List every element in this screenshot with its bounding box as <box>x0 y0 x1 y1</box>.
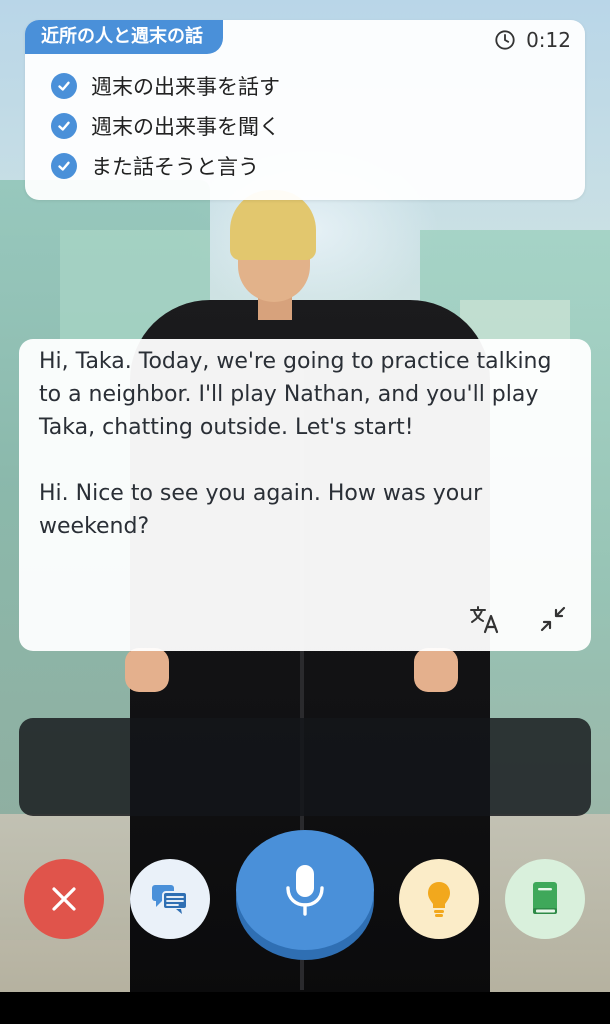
task-label: 週末の出来事を話す <box>91 75 280 99</box>
vocabulary-book-button[interactable] <box>505 859 585 939</box>
speech-text: Hi, Taka. Today, we're going to practice… <box>39 345 579 543</box>
close-icon <box>52 887 76 911</box>
close-button[interactable] <box>24 859 104 939</box>
check-icon <box>51 153 77 179</box>
task-label: また話そうと言う <box>91 155 259 179</box>
collapse-icon <box>540 606 566 632</box>
lightbulb-icon <box>428 882 450 917</box>
speech-bubble: Hi, Taka. Today, we're going to practice… <box>19 339 591 651</box>
conversation-screen: 近所の人と週末の話 0:12 週末の出来事を話す 週末の出来事を聞く また話そう… <box>0 0 610 1024</box>
task-item: また話そうと言う <box>51 146 280 186</box>
hint-button[interactable] <box>399 859 479 939</box>
task-item: 週末の出来事を話す <box>51 66 280 106</box>
collapse-button[interactable] <box>533 599 573 639</box>
speech-paragraph: Hi, Taka. Today, we're going to practice… <box>39 349 552 440</box>
translate-icon <box>470 606 499 634</box>
check-icon <box>51 113 77 139</box>
task-label: 週末の出来事を聞く <box>91 115 280 139</box>
check-icon <box>51 73 77 99</box>
book-icon <box>533 882 557 914</box>
microphone-icon <box>286 865 324 916</box>
chat-icon <box>152 885 188 914</box>
timer: 0:12 <box>494 28 571 52</box>
character-hand-right <box>414 648 458 692</box>
translate-button[interactable] <box>465 599 505 639</box>
character-hand-left <box>125 648 169 692</box>
task-item: 週末の出来事を聞く <box>51 106 280 146</box>
task-list: 週末の出来事を話す 週末の出来事を聞く また話そうと言う <box>51 66 280 186</box>
transcript-panel <box>19 718 591 816</box>
task-title: 近所の人と週末の話 <box>25 20 223 54</box>
speech-paragraph: Hi. Nice to see you again. How was your … <box>39 481 483 539</box>
timer-value: 0:12 <box>526 28 571 52</box>
microphone-button[interactable] <box>236 830 374 950</box>
chat-history-button[interactable] <box>130 859 210 939</box>
task-card: 近所の人と週末の話 0:12 週末の出来事を話す 週末の出来事を聞く また話そう… <box>25 20 585 200</box>
clock-icon <box>495 30 515 50</box>
system-navigation-bar <box>0 992 610 1024</box>
character-hair <box>230 190 316 260</box>
